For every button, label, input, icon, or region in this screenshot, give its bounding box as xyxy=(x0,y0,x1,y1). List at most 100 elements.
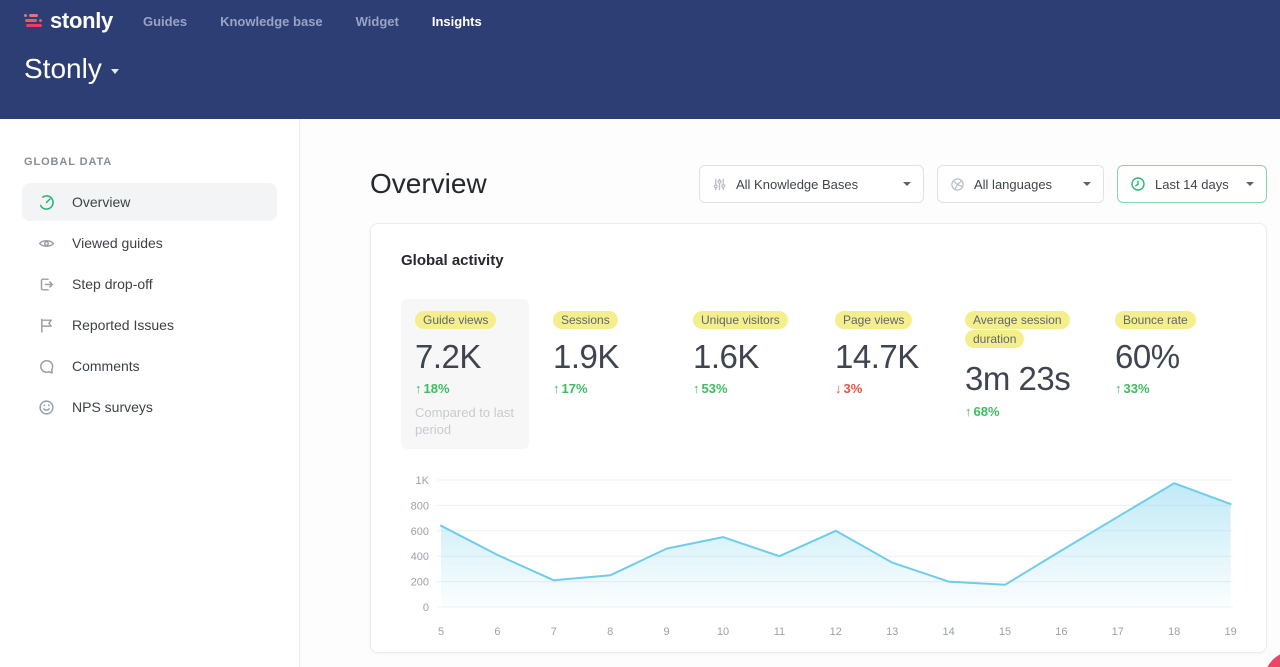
metric-label: Guide views xyxy=(415,311,496,329)
svg-text:800: 800 xyxy=(411,500,429,512)
area-chart: 1K 800 600 400 200 05 6 7 8 9 10 11 12 13 14 15 16 17 18 19 xyxy=(401,463,1238,641)
chevron-down-icon xyxy=(903,182,911,186)
sidebar-item-nps-surveys[interactable]: NPS surveys xyxy=(22,388,277,426)
svg-text:600: 600 xyxy=(411,526,429,538)
svg-text:1K: 1K xyxy=(416,475,430,487)
date-range-dropdown[interactable]: Last 14 days xyxy=(1117,165,1267,203)
metric-bounce-rate[interactable]: Bounce rate 60% ↑33% xyxy=(1115,299,1235,396)
smiley-icon xyxy=(38,399,55,416)
svg-text:17: 17 xyxy=(1112,626,1124,638)
metric-page-views[interactable]: Page views 14.7K ↓3% xyxy=(835,299,965,396)
sidebar-item-label: Step drop-off xyxy=(72,276,153,292)
svg-text:13: 13 xyxy=(886,626,898,638)
comment-icon xyxy=(38,358,55,375)
arrow-up-icon: ↑ xyxy=(965,404,972,419)
filters: All Knowledge Bases All languages xyxy=(699,165,1267,203)
main-content: Overview All Knowledge Bases xyxy=(300,119,1280,667)
chevron-down-icon xyxy=(1083,182,1091,186)
metric-unique-visitors[interactable]: Unique visitors 1.6K ↑53% xyxy=(693,299,835,396)
svg-text:10: 10 xyxy=(717,626,729,638)
metric-value: 14.7K xyxy=(835,340,965,375)
metric-note: Compared to last period xyxy=(415,405,515,439)
globe-icon xyxy=(950,177,965,192)
metric-value: 1.9K xyxy=(553,340,693,375)
svg-text:12: 12 xyxy=(830,626,842,638)
sidebar-item-label: Reported Issues xyxy=(72,317,174,333)
chevron-down-icon xyxy=(1246,182,1254,186)
main-header: Overview All Knowledge Bases xyxy=(370,165,1267,203)
sidebar-item-comments[interactable]: Comments xyxy=(22,347,277,385)
svg-text:9: 9 xyxy=(664,626,670,638)
metric-value: 7.2K xyxy=(415,340,515,375)
knowledge-bases-dropdown[interactable]: All Knowledge Bases xyxy=(699,165,924,203)
workspace-selector[interactable]: Stonly xyxy=(24,53,119,85)
date-range-value: Last 14 days xyxy=(1155,177,1229,192)
metrics-row: Guide views 7.2K ↑18% Compared to last p… xyxy=(401,299,1236,449)
arrow-up-icon: ↑ xyxy=(415,381,422,396)
nav-guides[interactable]: Guides xyxy=(143,14,187,29)
svg-text:6: 6 xyxy=(494,626,500,638)
svg-text:400: 400 xyxy=(411,551,429,563)
svg-text:0: 0 xyxy=(423,602,429,614)
sidebar-item-overview[interactable]: Overview xyxy=(22,183,277,221)
svg-text:5: 5 xyxy=(438,626,444,638)
svg-text:7: 7 xyxy=(551,626,557,638)
metric-value: 3m 23s xyxy=(965,362,1115,397)
metric-change: ↓3% xyxy=(835,381,965,396)
gauge-icon xyxy=(38,194,55,211)
app-header: stonly Guides Knowledge base Widget Insi… xyxy=(0,0,1280,119)
metric-label: Bounce rate xyxy=(1115,311,1196,329)
metric-change: ↑53% xyxy=(693,381,835,396)
svg-text:15: 15 xyxy=(999,626,1011,638)
top-nav: stonly Guides Knowledge base Widget Insi… xyxy=(24,0,1256,32)
global-activity-card: Global activity Guide views 7.2K ↑18% Co… xyxy=(370,223,1267,653)
metric-label: Sessions xyxy=(553,311,618,329)
metric-change: ↑33% xyxy=(1115,381,1235,396)
metric-avg-session-duration[interactable]: Average session duration 3m 23s ↑68% xyxy=(965,299,1115,419)
step-out-icon xyxy=(38,276,55,293)
primary-nav: Guides Knowledge base Widget Insights xyxy=(143,14,482,29)
sidebar-item-step-drop-off[interactable]: Step drop-off xyxy=(22,265,277,303)
nav-knowledge-base[interactable]: Knowledge base xyxy=(220,14,323,29)
svg-text:11: 11 xyxy=(774,626,785,638)
flag-icon xyxy=(38,317,55,334)
arrow-down-icon: ↓ xyxy=(835,381,842,396)
metric-label: Average session duration xyxy=(965,311,1070,348)
sidebar-section-title: GLOBAL DATA xyxy=(0,156,299,168)
sidebar-item-label: NPS surveys xyxy=(72,399,153,415)
sidebar-item-reported-issues[interactable]: Reported Issues xyxy=(22,306,277,344)
global-activity-chart: 1K 800 600 400 200 05 6 7 8 9 10 11 12 13 14 15 16 17 18 19 xyxy=(401,463,1236,646)
card-title: Global activity xyxy=(401,252,1236,269)
clock-icon xyxy=(1130,176,1146,192)
svg-text:16: 16 xyxy=(1055,626,1067,638)
stonly-logo[interactable]: stonly xyxy=(24,8,113,34)
sidebar-item-label: Viewed guides xyxy=(72,235,163,251)
sliders-icon xyxy=(712,177,727,192)
arrow-up-icon: ↑ xyxy=(553,381,560,396)
languages-value: All languages xyxy=(974,177,1052,192)
svg-text:19: 19 xyxy=(1224,626,1236,638)
svg-text:8: 8 xyxy=(607,626,613,638)
nav-widget[interactable]: Widget xyxy=(356,14,399,29)
nav-insights[interactable]: Insights xyxy=(432,14,482,29)
sidebar-list: Overview Viewed guides Step drop-off xyxy=(0,183,299,426)
knowledge-bases-value: All Knowledge Bases xyxy=(736,177,858,192)
chevron-down-icon xyxy=(111,69,119,74)
arrow-up-icon: ↑ xyxy=(1115,381,1122,396)
svg-text:14: 14 xyxy=(942,626,954,638)
sidebar: GLOBAL DATA Overview Viewed guides xyxy=(0,119,300,667)
metric-sessions[interactable]: Sessions 1.9K ↑17% xyxy=(553,299,693,396)
page-title: Overview xyxy=(370,168,487,200)
metric-label: Unique visitors xyxy=(693,311,788,329)
languages-dropdown[interactable]: All languages xyxy=(937,165,1104,203)
logo-text: stonly xyxy=(50,8,113,34)
svg-text:200: 200 xyxy=(411,577,429,589)
eye-icon xyxy=(38,235,55,252)
stonly-logo-icon xyxy=(24,14,42,29)
metric-change: ↑17% xyxy=(553,381,693,396)
sidebar-item-label: Overview xyxy=(72,194,130,210)
arrow-up-icon: ↑ xyxy=(693,381,700,396)
sidebar-item-viewed-guides[interactable]: Viewed guides xyxy=(22,224,277,262)
svg-text:18: 18 xyxy=(1168,626,1180,638)
metric-guide-views[interactable]: Guide views 7.2K ↑18% Compared to last p… xyxy=(401,299,529,449)
